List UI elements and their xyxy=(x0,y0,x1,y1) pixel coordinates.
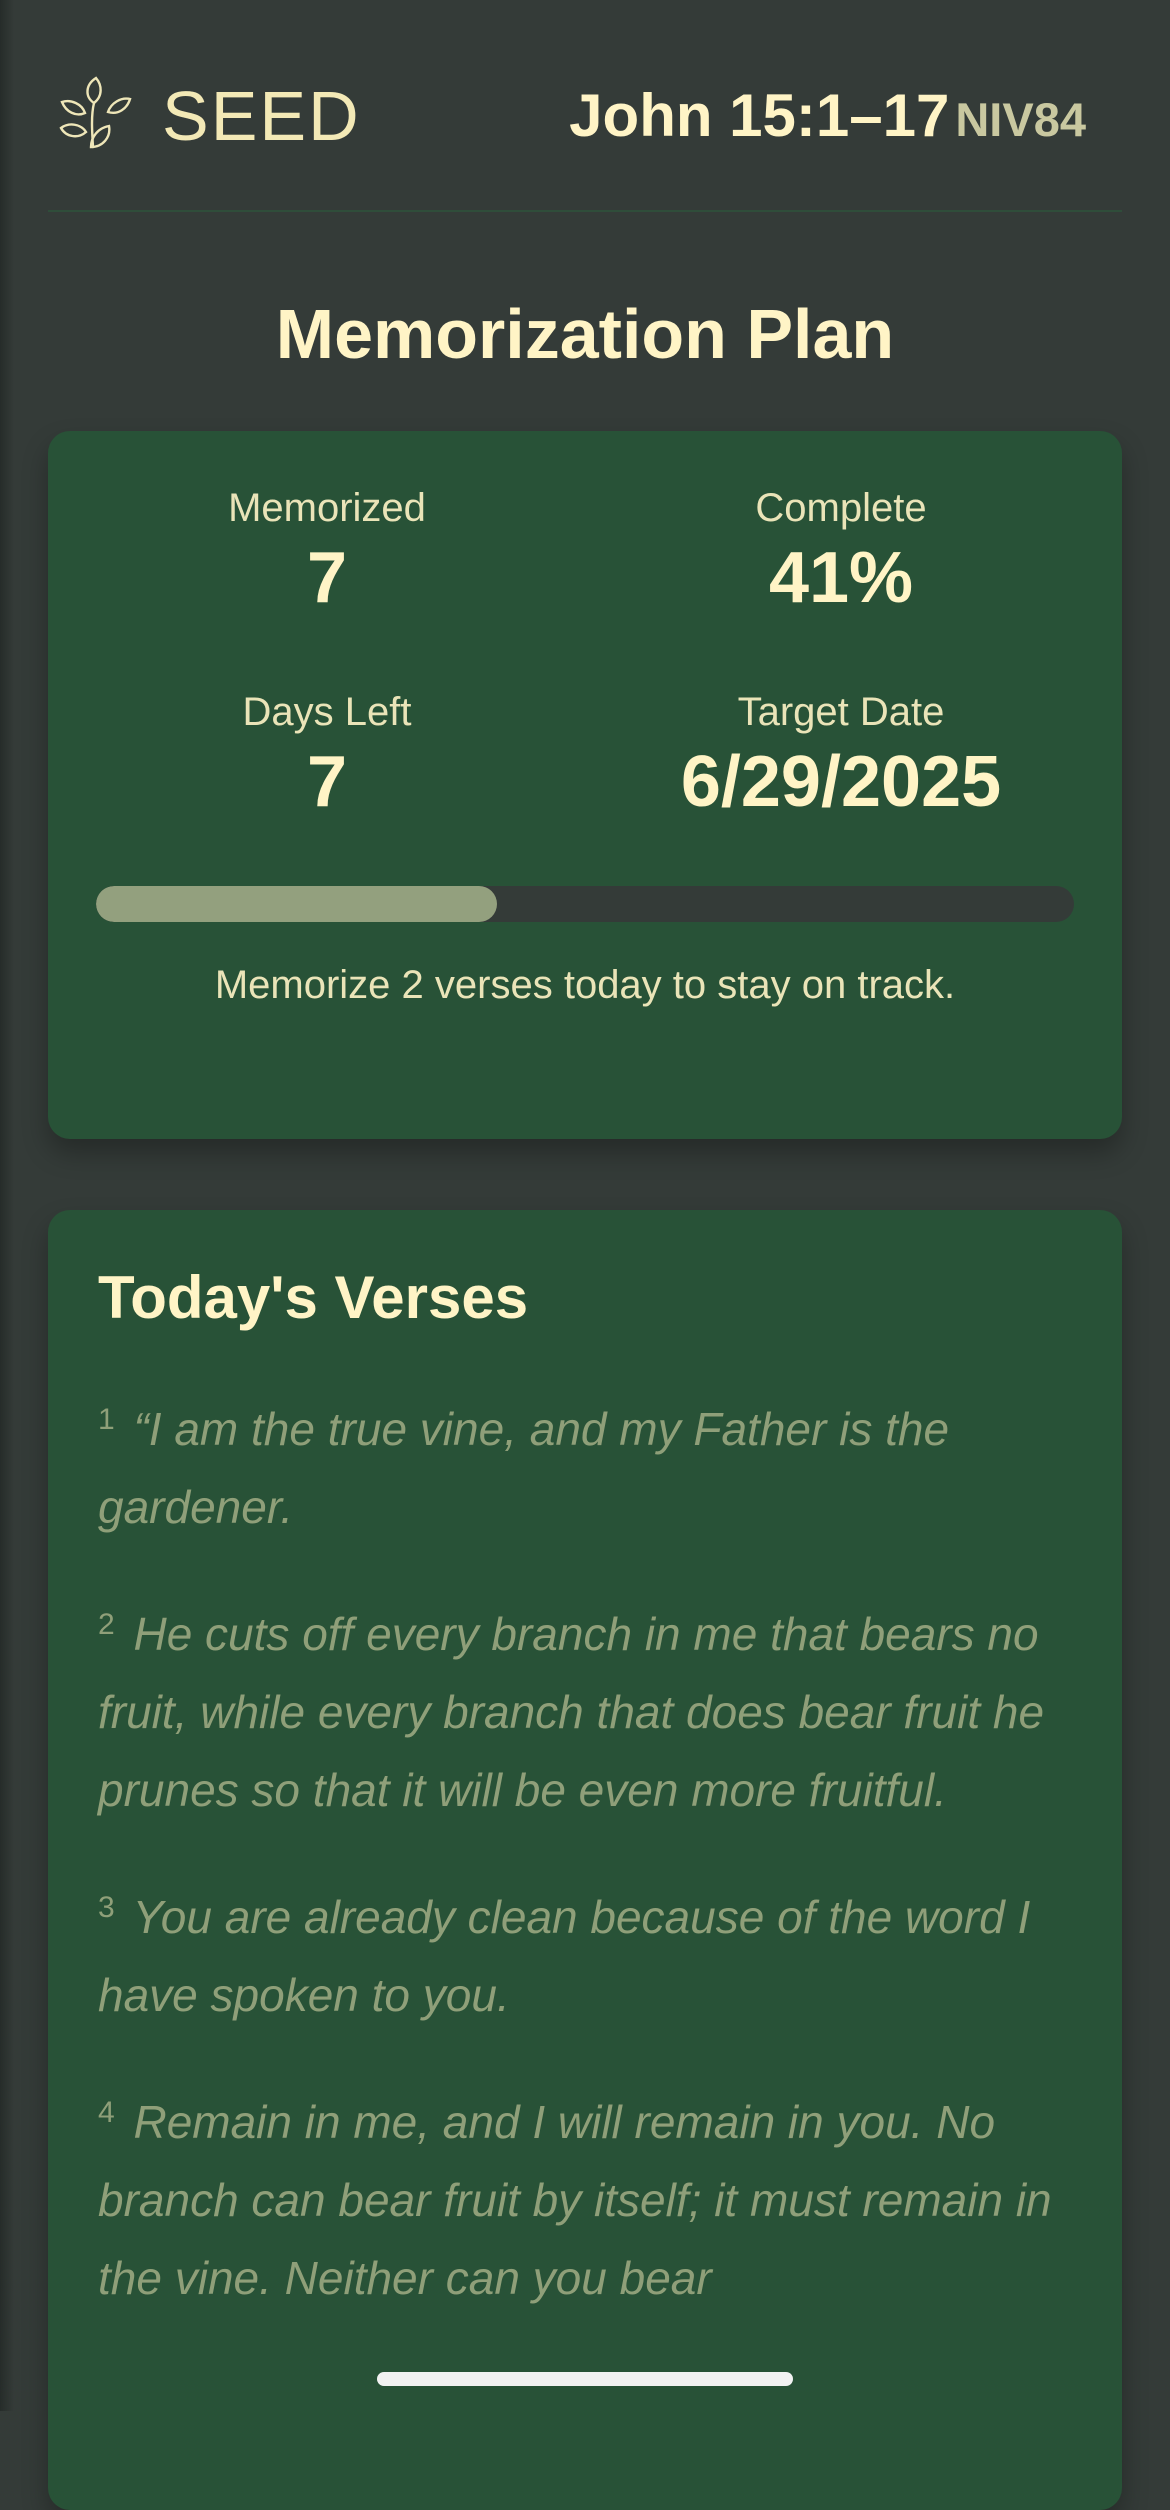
verse-text: He cuts off every branch in me that bear… xyxy=(98,1608,1045,1816)
stat-label: Days Left xyxy=(242,690,412,734)
verse-item[interactable]: 3 You are already clean because of the w… xyxy=(98,1878,1098,2034)
stat-value: 7 xyxy=(306,538,348,618)
stat-complete: Complete 41% xyxy=(591,484,1091,620)
stat-value: 7 xyxy=(306,742,348,822)
stat-label: Memorized xyxy=(228,486,426,530)
verse-number: 3 xyxy=(98,1890,115,1924)
verse-text: You are already clean because of the wor… xyxy=(98,1891,1031,2021)
passage-version-badge: NIV84 xyxy=(955,93,1086,146)
stat-label: Complete xyxy=(755,486,927,530)
stat-value: 41% xyxy=(768,538,914,618)
verse-list: 1 “I am the true vine, and my Father is … xyxy=(98,1390,1098,2366)
stat-memorized: Memorized 7 xyxy=(77,484,577,620)
verse-number: 1 xyxy=(98,1402,115,1436)
plan-stats-card: Memorized 7 Complete 41% Days Left 7 Tar… xyxy=(48,431,1122,1139)
progress-bar-fill xyxy=(96,886,497,922)
on-track-message: Memorize 2 verses today to stay on track… xyxy=(214,963,956,1007)
passage-reference[interactable]: John 15:1–17 NIV84 xyxy=(569,80,1086,168)
stat-days-left: Days Left 7 xyxy=(77,688,577,824)
section-title: Today's Verses xyxy=(98,1264,529,1331)
home-indicator[interactable] xyxy=(377,2372,793,2386)
verse-number: 4 xyxy=(98,2095,115,2129)
verse-text: “I am the true vine, and my Father is th… xyxy=(98,1403,950,1533)
verse-number: 2 xyxy=(98,1607,115,1641)
seed-leaves-icon xyxy=(59,76,132,149)
stat-target-date[interactable]: Target Date 6/29/2025 xyxy=(591,688,1091,824)
stat-label: Target Date xyxy=(737,690,945,734)
progress-bar xyxy=(96,886,1074,922)
page-title: Memorization Plan xyxy=(275,295,895,373)
verse-item[interactable]: 4 Remain in me, and I will remain in you… xyxy=(98,2083,1098,2317)
app-brand: SEED xyxy=(162,77,361,155)
passage-ref-text: John 15:1–17 xyxy=(569,82,950,149)
verse-text: Remain in me, and I will remain in you. … xyxy=(98,2096,1052,2304)
todays-verses-card: Today's Verses 1 “I am the true vine, an… xyxy=(48,1210,1122,2510)
verse-item[interactable]: 1 “I am the true vine, and my Father is … xyxy=(98,1390,1098,1546)
app-header: SEED John 15:1–17 NIV84 xyxy=(48,0,1122,212)
verse-item[interactable]: 2 He cuts off every branch in me that be… xyxy=(98,1595,1098,1829)
stat-value: 6/29/2025 xyxy=(680,742,1002,822)
